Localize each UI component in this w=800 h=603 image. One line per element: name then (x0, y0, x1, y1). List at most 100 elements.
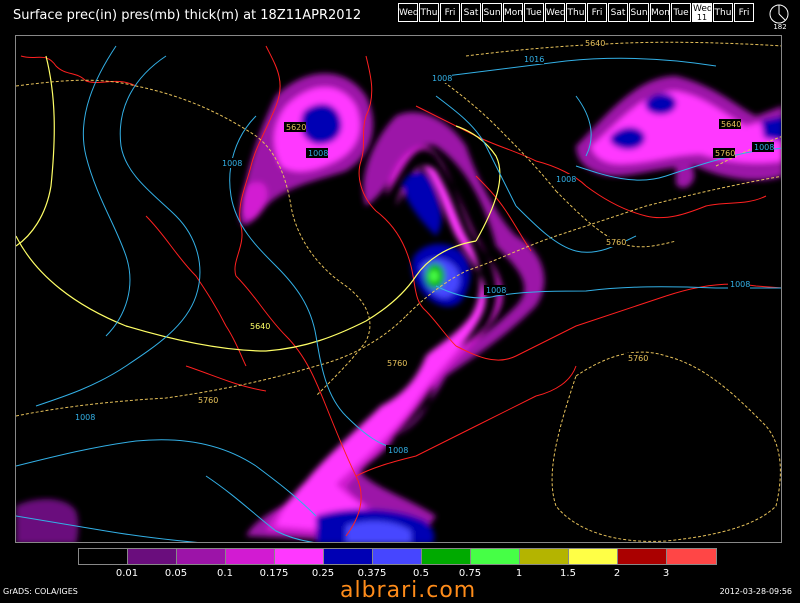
label-5640-top: 5640 (585, 39, 605, 48)
day-cell[interactable]: Fri (734, 3, 754, 22)
pressure-label: 1008 (73, 412, 95, 422)
thickness-label: 5640 (248, 321, 270, 331)
legend-label: 0.175 (259, 568, 289, 579)
label-1008-c: 1008 (556, 175, 576, 184)
day-cell[interactable]: Tue (671, 3, 691, 22)
label-5640-ne: 5640 (721, 120, 741, 129)
day-cell[interactable]: Sun (482, 3, 502, 22)
legend-swatch (177, 549, 226, 564)
pressure-label: 1016 (522, 54, 544, 64)
label-1008-sw: 1008 (75, 413, 95, 422)
map-title: Surface prec(in) pres(mb) thick(m) at 18… (13, 8, 362, 23)
day-label: Sun (630, 8, 648, 18)
label-5760-w: 5760 (198, 396, 218, 405)
day-label: Mon (504, 8, 523, 18)
legend-label: 0.05 (164, 568, 188, 579)
cola-logo-icon (769, 4, 789, 24)
label-5640-mid: 5640 (250, 322, 270, 331)
pressure-label: 1008 (220, 158, 242, 168)
day-label: Fri (591, 8, 603, 18)
day-label: Fri (738, 8, 750, 18)
label-1008-n: 1008 (432, 74, 452, 83)
legend-swatch (226, 549, 275, 564)
day-cell[interactable]: Wed (398, 3, 418, 22)
day-label: Thu (714, 8, 732, 18)
pressure-label: 1008 (306, 148, 328, 158)
thickness-label: 5760 (604, 237, 626, 247)
pressure-label: 1008 (484, 285, 506, 295)
pressure-label: 1008 (752, 142, 774, 152)
legend-swatch (471, 549, 520, 564)
day-label: Thu (567, 8, 585, 18)
precip-legend (78, 548, 717, 565)
legend-swatch (79, 549, 128, 564)
legend-swatch (618, 549, 667, 564)
label-1008-mid: 1008 (486, 286, 506, 295)
legend-swatch (422, 549, 471, 564)
legend-label: 0.1 (217, 568, 233, 579)
label-1008-w: 1008 (222, 159, 242, 168)
pressure-label: 1008 (386, 445, 408, 455)
label-1008-nw: 1008 (308, 149, 328, 158)
day-label: Thu (420, 8, 438, 18)
legend-swatch (520, 549, 569, 564)
day-label: Tue (526, 8, 542, 18)
pressure-label: 1008 (728, 279, 750, 289)
day-cell[interactable]: Thu (566, 3, 586, 22)
day-cell[interactable]: Fri (440, 3, 460, 22)
thickness-label: 5760 (385, 358, 407, 368)
legend-swatch (569, 549, 618, 564)
day-label: Sun (483, 8, 501, 18)
label-5760-ne: 5760 (715, 149, 735, 158)
day-label: Sat (610, 8, 626, 18)
day-label: Wed (546, 8, 565, 18)
label-5760-e: 5760 (606, 238, 626, 247)
day-cell[interactable]: Thu (419, 3, 439, 22)
thickness-label: 5640 (583, 38, 605, 48)
label-5760-se: 5760 (628, 354, 648, 363)
thickness-label: 5760 (196, 395, 218, 405)
day-cell[interactable]: Tue (524, 3, 544, 22)
timestamp: 2012-03-28-09:56 (719, 587, 792, 596)
day-cell[interactable]: Mon (650, 3, 670, 22)
legend-swatch (373, 549, 422, 564)
map-canvas: 5640 5620 5760 5640 5760 5640 5760 5760 … (16, 38, 781, 542)
thickness-label: 5640 (719, 119, 741, 129)
logo-label: 182 (773, 23, 787, 31)
day-cell[interactable]: Sat (461, 3, 481, 22)
pressure-label: 1008 (554, 174, 576, 184)
legend-label: 1.5 (560, 568, 576, 579)
day-label: Mon (651, 8, 670, 18)
grads-credit: GrADS: COLA/IGES (3, 587, 78, 596)
day-cell[interactable]: Thu (713, 3, 733, 22)
day-cell[interactable]: Mon (503, 3, 523, 22)
weather-map: 5640 5620 5760 5640 5760 5640 5760 5760 … (15, 35, 782, 543)
day-selector[interactable]: Wed Thu Fri Sat Sun Mon Tue Wed Thu Fri Sat Sun Mon T… (398, 3, 755, 22)
thickness-label: 5760 (713, 148, 735, 158)
day-label: Fri (444, 8, 456, 18)
label-5620: 5620 (286, 123, 306, 132)
watermark: albrari.com (340, 578, 477, 603)
thickness-label: 5620 (284, 122, 306, 132)
day-cell[interactable]: Wed (545, 3, 565, 22)
label-1008-s: 1008 (388, 446, 408, 455)
thickness-label: 5760 (626, 353, 648, 363)
day-cell[interactable]: Fri (587, 3, 607, 22)
label-1008-ne: 1008 (754, 143, 774, 152)
legend-label: 2 (613, 568, 621, 579)
day-cell[interactable]: Sun (629, 3, 649, 22)
legend-swatch (324, 549, 373, 564)
label-5760-mid: 5760 (387, 359, 407, 368)
legend-swatch (667, 549, 716, 564)
day-cell[interactable]: Wed 11 (692, 3, 712, 22)
legend-label: 0.01 (115, 568, 139, 579)
precip-field-ne (576, 76, 781, 188)
day-label: Wed (399, 8, 418, 18)
legend-swatch (128, 549, 177, 564)
day-cell[interactable]: Sat (608, 3, 628, 22)
legend-swatch (275, 549, 324, 564)
day-label: Tue (673, 8, 689, 18)
day-sublabel: 11 (696, 13, 708, 22)
label-1008-e: 1008 (730, 280, 750, 289)
label-1016: 1016 (524, 55, 544, 64)
